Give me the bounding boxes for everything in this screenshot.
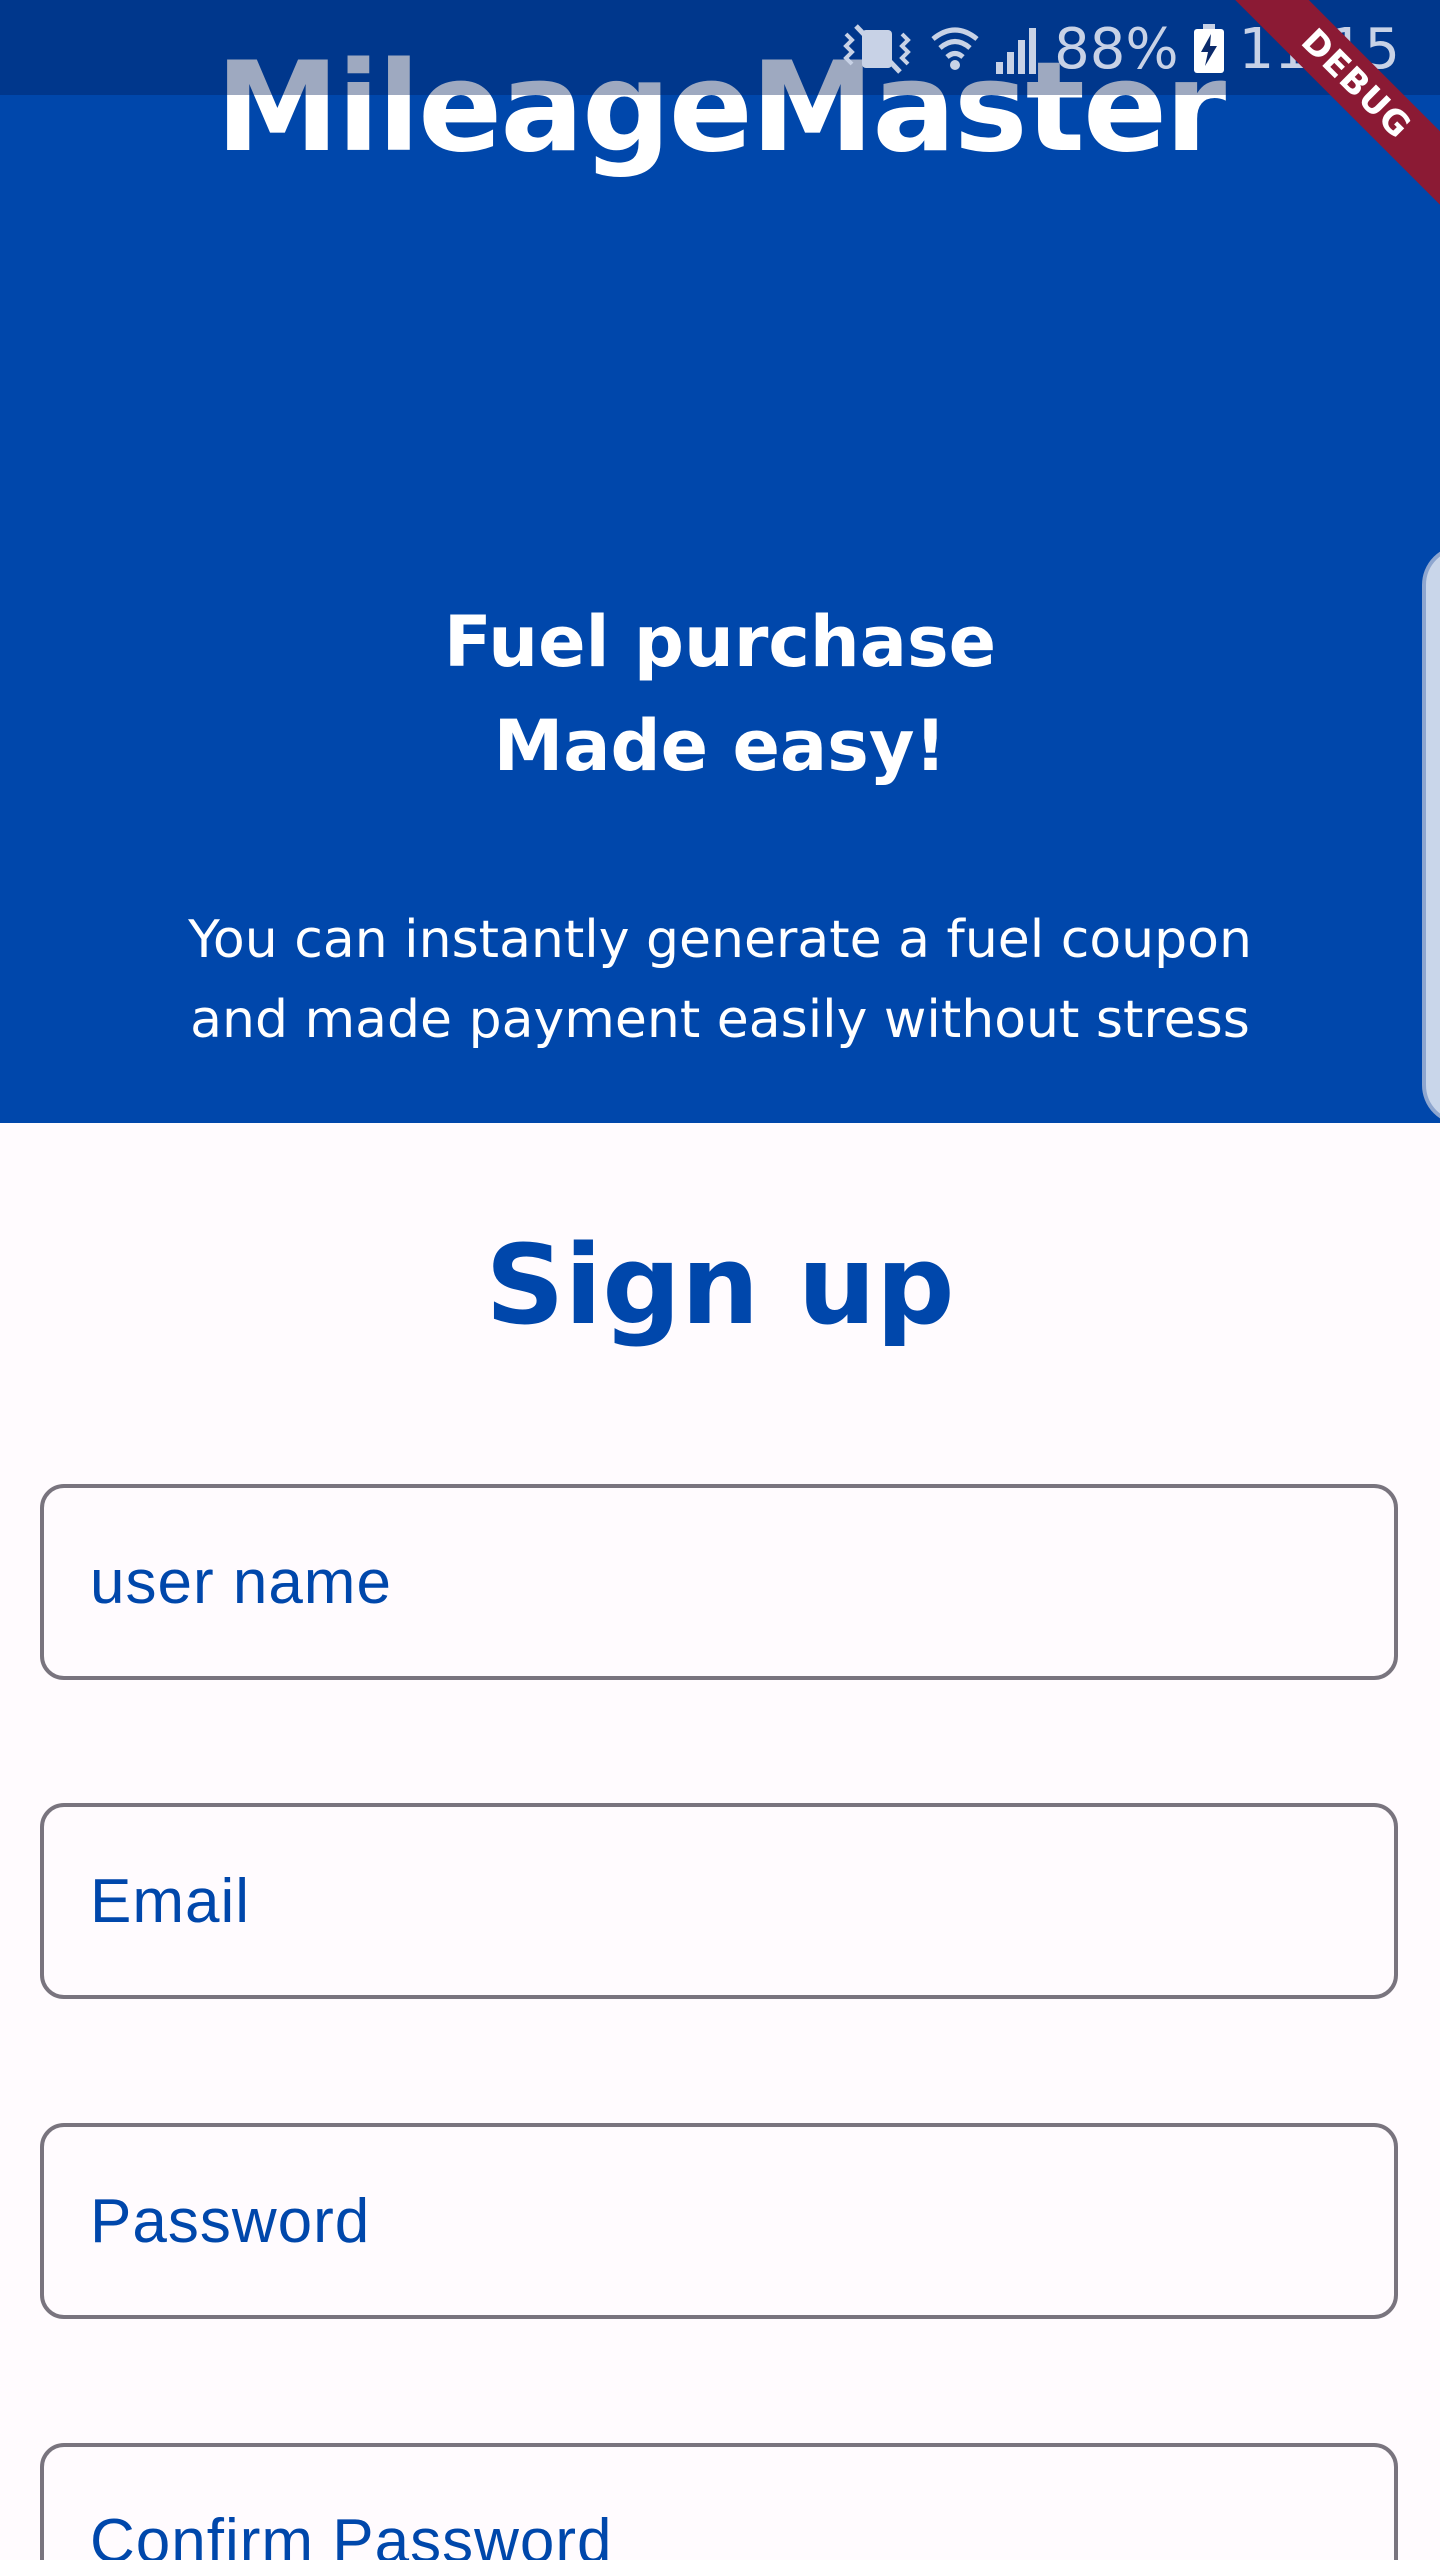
password-input[interactable] xyxy=(44,2127,1394,2315)
status-bar: 88% 11:15 xyxy=(0,0,1440,95)
email-input[interactable] xyxy=(44,1807,1394,1995)
tagline: Fuel purchase Made easy! xyxy=(0,590,1440,798)
signup-title: Sign up xyxy=(485,1221,955,1349)
tagline-line-1: Fuel purchase xyxy=(443,601,997,683)
description-line-1: You can instantly generate a fuel coupon xyxy=(188,910,1252,970)
wifi-icon xyxy=(930,23,980,75)
confirm-password-field[interactable] xyxy=(40,2443,1398,2560)
signup-screen: MileageMaster Fuel purchase Made easy! Y… xyxy=(0,0,1440,2560)
tagline-line-2: Made easy! xyxy=(493,705,947,787)
hero-banner: MileageMaster Fuel purchase Made easy! Y… xyxy=(0,0,1440,1125)
signal-icon xyxy=(994,24,1040,74)
email-field[interactable] xyxy=(40,1803,1398,1999)
username-input[interactable] xyxy=(44,1488,1394,1676)
description-line-2: and made payment easily without stress xyxy=(190,990,1250,1050)
password-field[interactable] xyxy=(40,2123,1398,2319)
battery-charging-icon xyxy=(1193,24,1225,74)
username-field[interactable] xyxy=(40,1484,1398,1680)
battery-percent: 88% xyxy=(1054,16,1179,82)
mute-vibrate-icon xyxy=(842,24,916,74)
edge-panel-handle[interactable] xyxy=(1422,545,1440,1125)
confirm-password-input[interactable] xyxy=(44,2447,1394,2560)
hero-description: You can instantly generate a fuel coupon… xyxy=(0,900,1440,1060)
